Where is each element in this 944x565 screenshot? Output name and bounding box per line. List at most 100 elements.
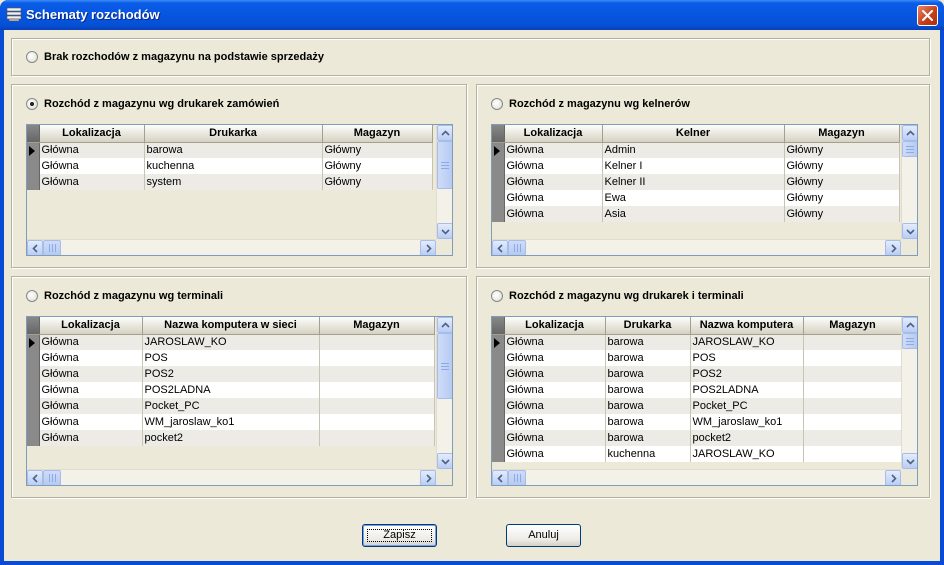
cell[interactable]: kuchenna	[605, 446, 691, 462]
cell[interactable]: Główna	[504, 142, 603, 158]
table-row[interactable]: Główna barowa pocket2	[492, 430, 903, 446]
cell[interactable]: Główny	[784, 158, 900, 174]
cell[interactable]: Asia	[602, 206, 785, 222]
cell[interactable]: Główny	[322, 142, 433, 158]
cell[interactable]: JAROSLAW_KO	[142, 334, 320, 350]
cell[interactable]: Główna	[504, 350, 606, 366]
table-row[interactable]: Główna barowa POS2LADNA	[492, 382, 903, 398]
cell[interactable]: Główna	[504, 158, 603, 174]
table-row[interactable]: Główna WM_jaroslaw_ko1	[27, 414, 435, 430]
cell[interactable]: Główna	[504, 334, 606, 350]
scroll-thumb[interactable]	[902, 333, 917, 349]
col-header[interactable]: Drukarka	[605, 317, 691, 335]
scroll-left-button[interactable]	[27, 240, 43, 255]
scroll-thumb[interactable]	[437, 141, 452, 189]
col-header[interactable]: Lokalizacja	[39, 317, 143, 335]
cell[interactable]: POS2	[690, 366, 804, 382]
scroll-up-button[interactable]	[437, 125, 452, 141]
table-row[interactable]: Główna Asia Główny	[492, 206, 900, 222]
cell[interactable]	[803, 350, 903, 366]
cell[interactable]: POS2LADNA	[142, 382, 320, 398]
radio-printers-terminals-dot[interactable]	[491, 290, 503, 302]
radio-terminals-dot[interactable]	[26, 290, 38, 302]
cell[interactable]	[319, 414, 435, 430]
horizontal-scrollbar[interactable]	[492, 469, 901, 485]
cell[interactable]: Główna	[504, 206, 603, 222]
cell[interactable]: barowa	[605, 366, 691, 382]
cell[interactable]	[803, 414, 903, 430]
cell[interactable]: Główna	[504, 446, 606, 462]
radio-waiters[interactable]: Rozchód z magazynu wg kelnerów	[491, 98, 690, 110]
title-bar[interactable]: Schematy rozchodów	[0, 0, 944, 30]
col-header[interactable]: Lokalizacja	[504, 317, 606, 335]
scroll-right-button[interactable]	[885, 240, 901, 255]
grid-terminals[interactable]: Lokalizacja Nazwa komputera w sieci Maga…	[26, 316, 453, 486]
radio-printers[interactable]: Rozchód z magazynu wg drukarek zamówień	[26, 98, 279, 110]
cell[interactable]	[803, 382, 903, 398]
table-row[interactable]: Główna barowa POS2	[492, 366, 903, 382]
table-row[interactable]: Główna POS2	[27, 366, 435, 382]
scroll-down-button[interactable]	[902, 223, 917, 239]
cell[interactable]: Kelner I	[602, 158, 785, 174]
radio-waiters-dot[interactable]	[491, 98, 503, 110]
cell[interactable]: Główna	[39, 334, 143, 350]
cell[interactable]: Główna	[504, 414, 606, 430]
grid-printers-terminals[interactable]: Lokalizacja Drukarka Nazwa komputera Mag…	[491, 316, 918, 486]
close-button[interactable]	[917, 5, 938, 26]
cell[interactable]: Główny	[322, 158, 433, 174]
cell[interactable]	[803, 366, 903, 382]
cell[interactable]: Admin	[602, 142, 785, 158]
table-row[interactable]: Główna POS	[27, 350, 435, 366]
cell[interactable]: Główna	[504, 366, 606, 382]
scroll-thumb[interactable]	[902, 141, 917, 157]
cell[interactable]: Główny	[784, 142, 900, 158]
cell[interactable]: POS2	[142, 366, 320, 382]
cell[interactable]: WM_jaroslaw_ko1	[690, 414, 804, 430]
cell[interactable]: Pocket_PC	[142, 398, 320, 414]
cell[interactable]: kuchenna	[144, 158, 323, 174]
scroll-thumb[interactable]	[508, 240, 526, 255]
scroll-down-button[interactable]	[437, 223, 452, 239]
table-row[interactable]: Główna barowa JAROSLAW_KO	[492, 334, 903, 350]
cell[interactable]: Główny	[784, 174, 900, 190]
scroll-down-button[interactable]	[437, 453, 452, 469]
radio-terminals[interactable]: Rozchód z magazynu wg terminali	[26, 290, 223, 302]
cell[interactable]	[319, 430, 435, 446]
cell[interactable]: Główna	[39, 430, 143, 446]
table-row[interactable]: Główna Kelner II Główny	[492, 174, 900, 190]
cell[interactable]	[803, 334, 903, 350]
cell[interactable]: Główny	[322, 174, 433, 190]
cell[interactable]: POS2LADNA	[690, 382, 804, 398]
horizontal-scrollbar[interactable]	[492, 239, 901, 255]
col-header[interactable]: Magazyn	[803, 317, 903, 335]
scroll-right-button[interactable]	[885, 470, 901, 485]
cell[interactable]: Główna	[504, 190, 603, 206]
cell[interactable]: Pocket_PC	[690, 398, 804, 414]
cell[interactable]: barowa	[605, 382, 691, 398]
cell[interactable]	[319, 350, 435, 366]
grid-waiters[interactable]: Lokalizacja Kelner Magazyn Główna Admin Gł…	[491, 124, 918, 256]
cell[interactable]: Główna	[504, 174, 603, 190]
cell[interactable]	[319, 334, 435, 350]
cell[interactable]	[319, 382, 435, 398]
table-row[interactable]: Główna POS2LADNA	[27, 382, 435, 398]
cell[interactable]: barowa	[605, 350, 691, 366]
table-row[interactable]: Główna JAROSLAW_KO	[27, 334, 435, 350]
horizontal-scrollbar[interactable]	[27, 469, 436, 485]
scroll-left-button[interactable]	[492, 470, 508, 485]
scroll-thumb[interactable]	[508, 470, 526, 485]
table-row[interactable]: Główna Admin Główny	[492, 142, 900, 158]
col-header[interactable]: Kelner	[602, 125, 785, 143]
cell[interactable]: POS	[690, 350, 804, 366]
cell[interactable]: barowa	[605, 334, 691, 350]
scroll-right-button[interactable]	[420, 240, 436, 255]
cell[interactable]: Główna	[39, 398, 143, 414]
save-button[interactable]: Zapisz	[362, 524, 437, 547]
table-row[interactable]: Główna kuchenna JAROSLAW_KO	[492, 446, 903, 462]
cell[interactable]: barowa	[605, 430, 691, 446]
radio-printers-dot[interactable]	[26, 98, 38, 110]
col-header[interactable]: Lokalizacja	[504, 125, 603, 143]
scroll-up-button[interactable]	[902, 317, 917, 333]
cell[interactable]: Ewa	[602, 190, 785, 206]
vertical-scrollbar[interactable]	[901, 125, 917, 239]
